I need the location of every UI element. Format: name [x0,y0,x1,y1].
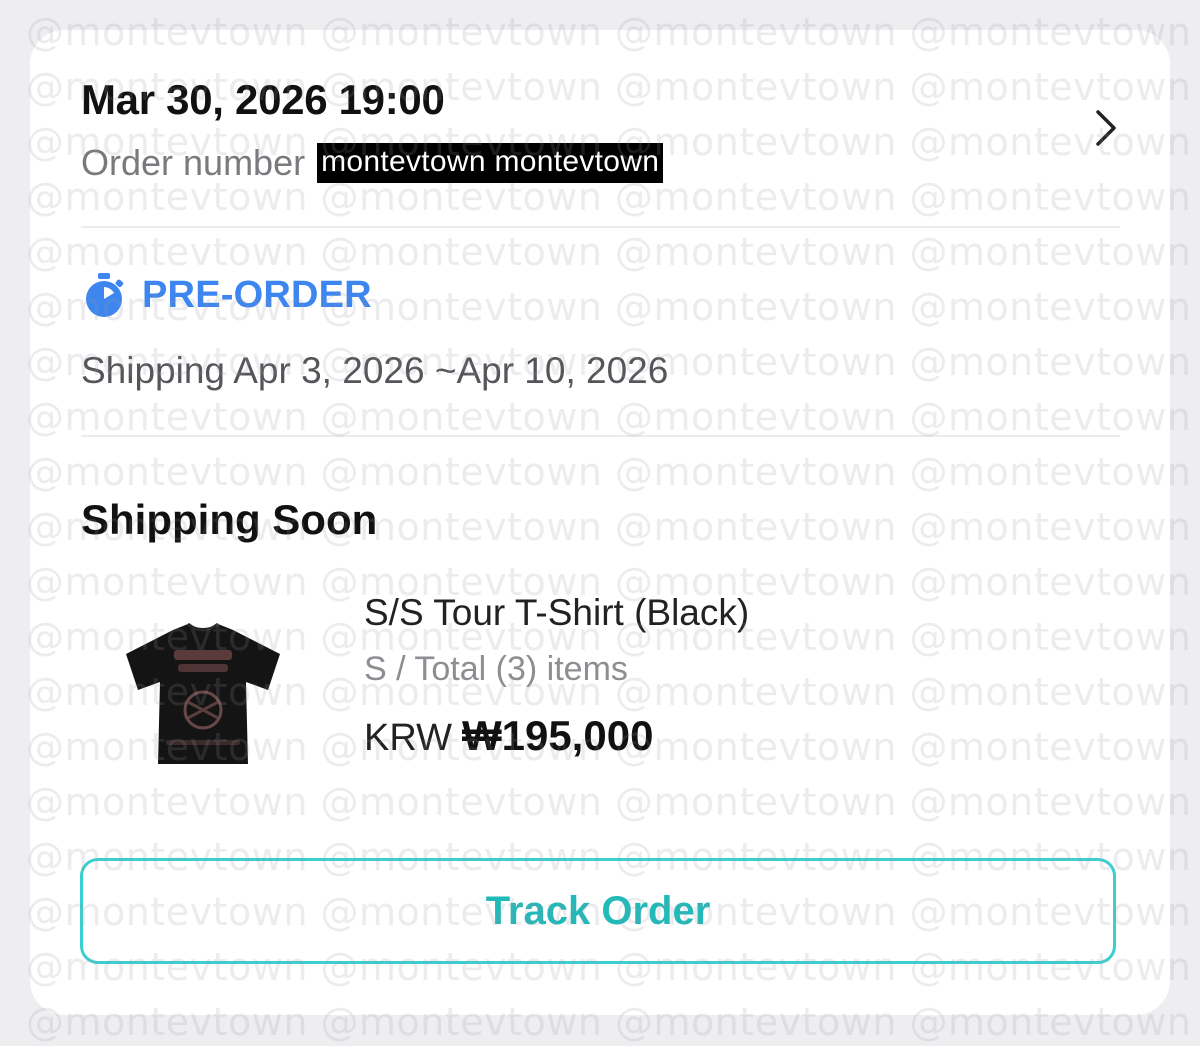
chevron-right-icon[interactable] [1094,108,1118,148]
order-number-row: Order number montevtown montevtown [81,142,664,184]
order-datetime: Mar 30, 2026 19:00 [81,76,445,123]
order-number-label: Order number [81,142,306,183]
product-name: S/S Tour T-Shirt (Black) [364,592,750,633]
status-title: Shipping Soon [81,496,378,543]
t-shirt-image[interactable] [118,618,288,768]
product-price: KRW ₩195,000 [364,712,653,760]
shipping-dates: Shipping Apr 3, 2026 ~Apr 10, 2026 [81,350,669,391]
price-amount: ₩195,000 [461,712,654,759]
preorder-label: PRE-ORDER [142,273,372,316]
divider [81,435,1120,437]
divider [81,226,1120,228]
product-options: S / Total (3) items [364,650,628,688]
stopwatch-icon [86,273,124,317]
order-number-value: montevtown montevtown [317,143,664,183]
preorder-badge: PRE-ORDER [82,272,372,318]
order-content: Mar 30, 2026 19:00 Order number montevto… [0,0,1200,1046]
price-currency: KRW [364,717,452,759]
track-order-button[interactable]: Track Order [80,858,1116,964]
